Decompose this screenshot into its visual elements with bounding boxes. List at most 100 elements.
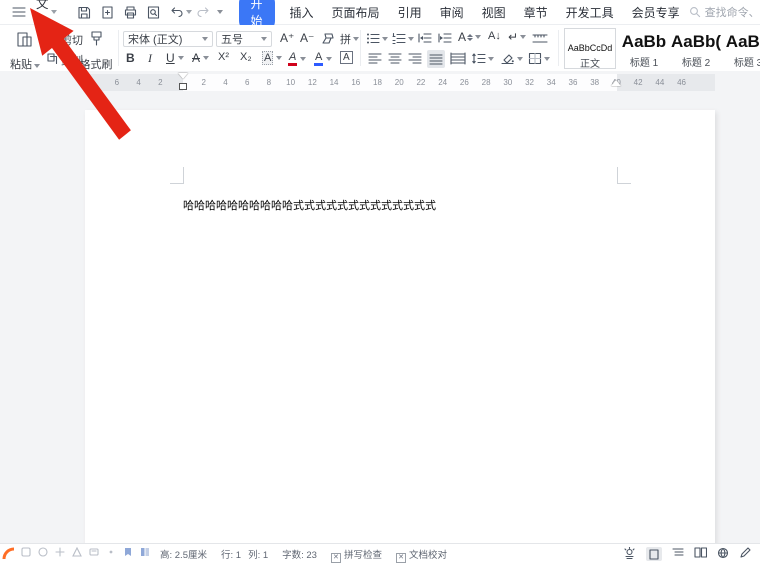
status-tool-icon[interactable] bbox=[89, 547, 99, 557]
menu-tab[interactable]: 会员专享 bbox=[632, 4, 680, 21]
italic-button[interactable]: I bbox=[148, 51, 152, 66]
spell-check-checkbox[interactable]: ✕ bbox=[331, 553, 341, 563]
distribute-text-icon[interactable] bbox=[450, 52, 466, 65]
paste-button[interactable]: 粘贴 bbox=[6, 29, 44, 72]
ruler-number: 34 bbox=[540, 74, 562, 91]
char-border-button[interactable]: A bbox=[340, 51, 353, 64]
status-tool-icon[interactable] bbox=[72, 547, 82, 557]
view-web-icon[interactable] bbox=[717, 547, 729, 559]
word-count[interactable]: 字数: 23 bbox=[282, 547, 317, 561]
style-heading1[interactable]: AaBb 标题 1 bbox=[619, 28, 669, 67]
document-text[interactable]: 哈哈哈哈哈哈哈哈哈哈式式式式式式式式式式式式式 bbox=[183, 197, 436, 213]
highlight-button[interactable]: A bbox=[288, 51, 306, 66]
menu-tab[interactable]: 页面布局 bbox=[332, 4, 380, 21]
char-scale-icon[interactable] bbox=[532, 32, 548, 45]
strikethrough-button[interactable]: A bbox=[192, 51, 209, 65]
subscript-button[interactable]: X₂ bbox=[240, 51, 252, 63]
save-icon[interactable] bbox=[77, 5, 92, 20]
grow-font-button[interactable]: A⁺ bbox=[280, 31, 294, 45]
first-line-indent-marker[interactable] bbox=[178, 73, 188, 79]
numbering-button[interactable] bbox=[392, 32, 414, 45]
status-tool-icon[interactable] bbox=[140, 547, 150, 557]
spell-check-toggle[interactable]: ✕拼写检查 bbox=[331, 547, 382, 563]
file-menu-chevron-icon[interactable] bbox=[51, 10, 57, 14]
document-area[interactable]: 哈哈哈哈哈哈哈哈哈哈式式式式式式式式式式式式式 bbox=[0, 95, 760, 554]
bold-button[interactable]: B bbox=[126, 51, 135, 65]
align-left-icon[interactable] bbox=[368, 52, 382, 65]
ruler-number: 2 bbox=[149, 74, 171, 91]
ruler: 6422468101214161820222426283032343638404… bbox=[0, 71, 760, 95]
ruler-number: 18 bbox=[367, 74, 389, 91]
export-pdf-icon[interactable] bbox=[100, 5, 115, 20]
style-heading3[interactable]: AaBb 标题 3 bbox=[723, 28, 760, 67]
line-spacing-button[interactable] bbox=[472, 52, 494, 65]
document-page[interactable]: 哈哈哈哈哈哈哈哈哈哈式式式式式式式式式式式式式 bbox=[85, 110, 715, 554]
ruler-number: 14 bbox=[323, 74, 345, 91]
borders-button[interactable] bbox=[528, 52, 550, 65]
menu-tab[interactable]: 视图 bbox=[482, 4, 506, 21]
menu-tab[interactable]: 章节 bbox=[524, 4, 548, 21]
search-box[interactable]: 查找命令、搜索模板 bbox=[689, 4, 760, 20]
font-color-button[interactable]: A bbox=[314, 51, 332, 66]
style-normal[interactable]: AaBbCcDd 正文 bbox=[564, 28, 616, 69]
highlight-glyph: A bbox=[288, 51, 297, 66]
underline-glyph: U bbox=[166, 51, 175, 65]
ruler-number: 2 bbox=[193, 74, 215, 91]
superscript-button[interactable]: X² bbox=[218, 51, 229, 63]
font-size-select[interactable]: 五号 bbox=[216, 31, 272, 47]
style-sample: AaBb( bbox=[671, 28, 721, 52]
underline-button[interactable]: U bbox=[166, 51, 184, 65]
undo-icon[interactable] bbox=[169, 6, 184, 19]
hamburger-menu-icon[interactable] bbox=[12, 6, 26, 18]
sort-button[interactable]: A↓ bbox=[488, 30, 501, 42]
ruler-number: 16 bbox=[345, 74, 367, 91]
ruler-number: 4 bbox=[215, 74, 237, 91]
view-page-icon[interactable] bbox=[646, 547, 662, 561]
menu-tab[interactable]: 插入 bbox=[290, 4, 314, 21]
decrease-indent-icon[interactable] bbox=[418, 32, 432, 45]
status-tool-icon[interactable] bbox=[106, 547, 116, 557]
bullets-button[interactable] bbox=[366, 32, 388, 45]
proofing-toggle[interactable]: ✕文档校对 bbox=[396, 547, 447, 563]
status-tool-icon[interactable] bbox=[123, 547, 133, 557]
font-size-value: 五号 bbox=[221, 31, 243, 47]
edit-pen-icon[interactable] bbox=[739, 547, 751, 559]
eye-protection-icon[interactable] bbox=[623, 547, 636, 559]
redo-icon[interactable] bbox=[196, 6, 211, 19]
style-heading2[interactable]: AaBb( 标题 2 bbox=[671, 28, 721, 67]
left-indent-marker[interactable] bbox=[179, 83, 187, 90]
menu-tab[interactable]: 审阅 bbox=[440, 4, 464, 21]
font-name-select[interactable]: 宋体 (正文) bbox=[123, 31, 213, 47]
right-indent-marker[interactable] bbox=[611, 80, 621, 86]
style-sample: AaBb bbox=[619, 28, 669, 52]
clear-format-icon[interactable] bbox=[320, 32, 334, 45]
char-shading-button[interactable]: A bbox=[262, 51, 282, 65]
align-justify-icon[interactable] bbox=[427, 50, 445, 68]
spell-check-label: 拼写检查 bbox=[344, 550, 382, 561]
phonetic-guide-button[interactable]: 拼 bbox=[340, 31, 359, 47]
status-tool-icon[interactable] bbox=[55, 547, 65, 557]
text-effects-button[interactable]: A bbox=[458, 30, 481, 44]
show-marks-button[interactable]: ↵ bbox=[508, 30, 526, 44]
status-tool-icon[interactable] bbox=[38, 547, 48, 557]
shading-button[interactable] bbox=[500, 52, 523, 65]
char-border-glyph: A bbox=[340, 51, 353, 64]
status-tool-icon[interactable] bbox=[21, 547, 31, 557]
proofing-checkbox[interactable]: ✕ bbox=[396, 553, 406, 563]
more-commands-icon[interactable] bbox=[217, 10, 223, 14]
font-color-glyph: A bbox=[314, 51, 323, 66]
menu-tab[interactable]: 开发工具 bbox=[566, 4, 614, 21]
format-painter-button[interactable]: 格式刷 bbox=[76, 29, 116, 72]
line-indicator: 行: 1 bbox=[221, 547, 241, 561]
undo-dropdown-icon[interactable] bbox=[186, 10, 192, 14]
view-outline-icon[interactable] bbox=[672, 547, 684, 558]
increase-indent-icon[interactable] bbox=[438, 32, 452, 45]
view-multipage-icon[interactable] bbox=[694, 547, 707, 558]
align-center-icon[interactable] bbox=[388, 52, 402, 65]
print-preview-icon[interactable] bbox=[146, 5, 161, 20]
align-right-icon[interactable] bbox=[408, 52, 422, 65]
print-icon[interactable] bbox=[123, 5, 138, 20]
shrink-font-button[interactable]: A⁻ bbox=[300, 31, 314, 45]
ruler-number: 46 bbox=[671, 74, 693, 91]
menu-tab[interactable]: 引用 bbox=[398, 4, 422, 21]
